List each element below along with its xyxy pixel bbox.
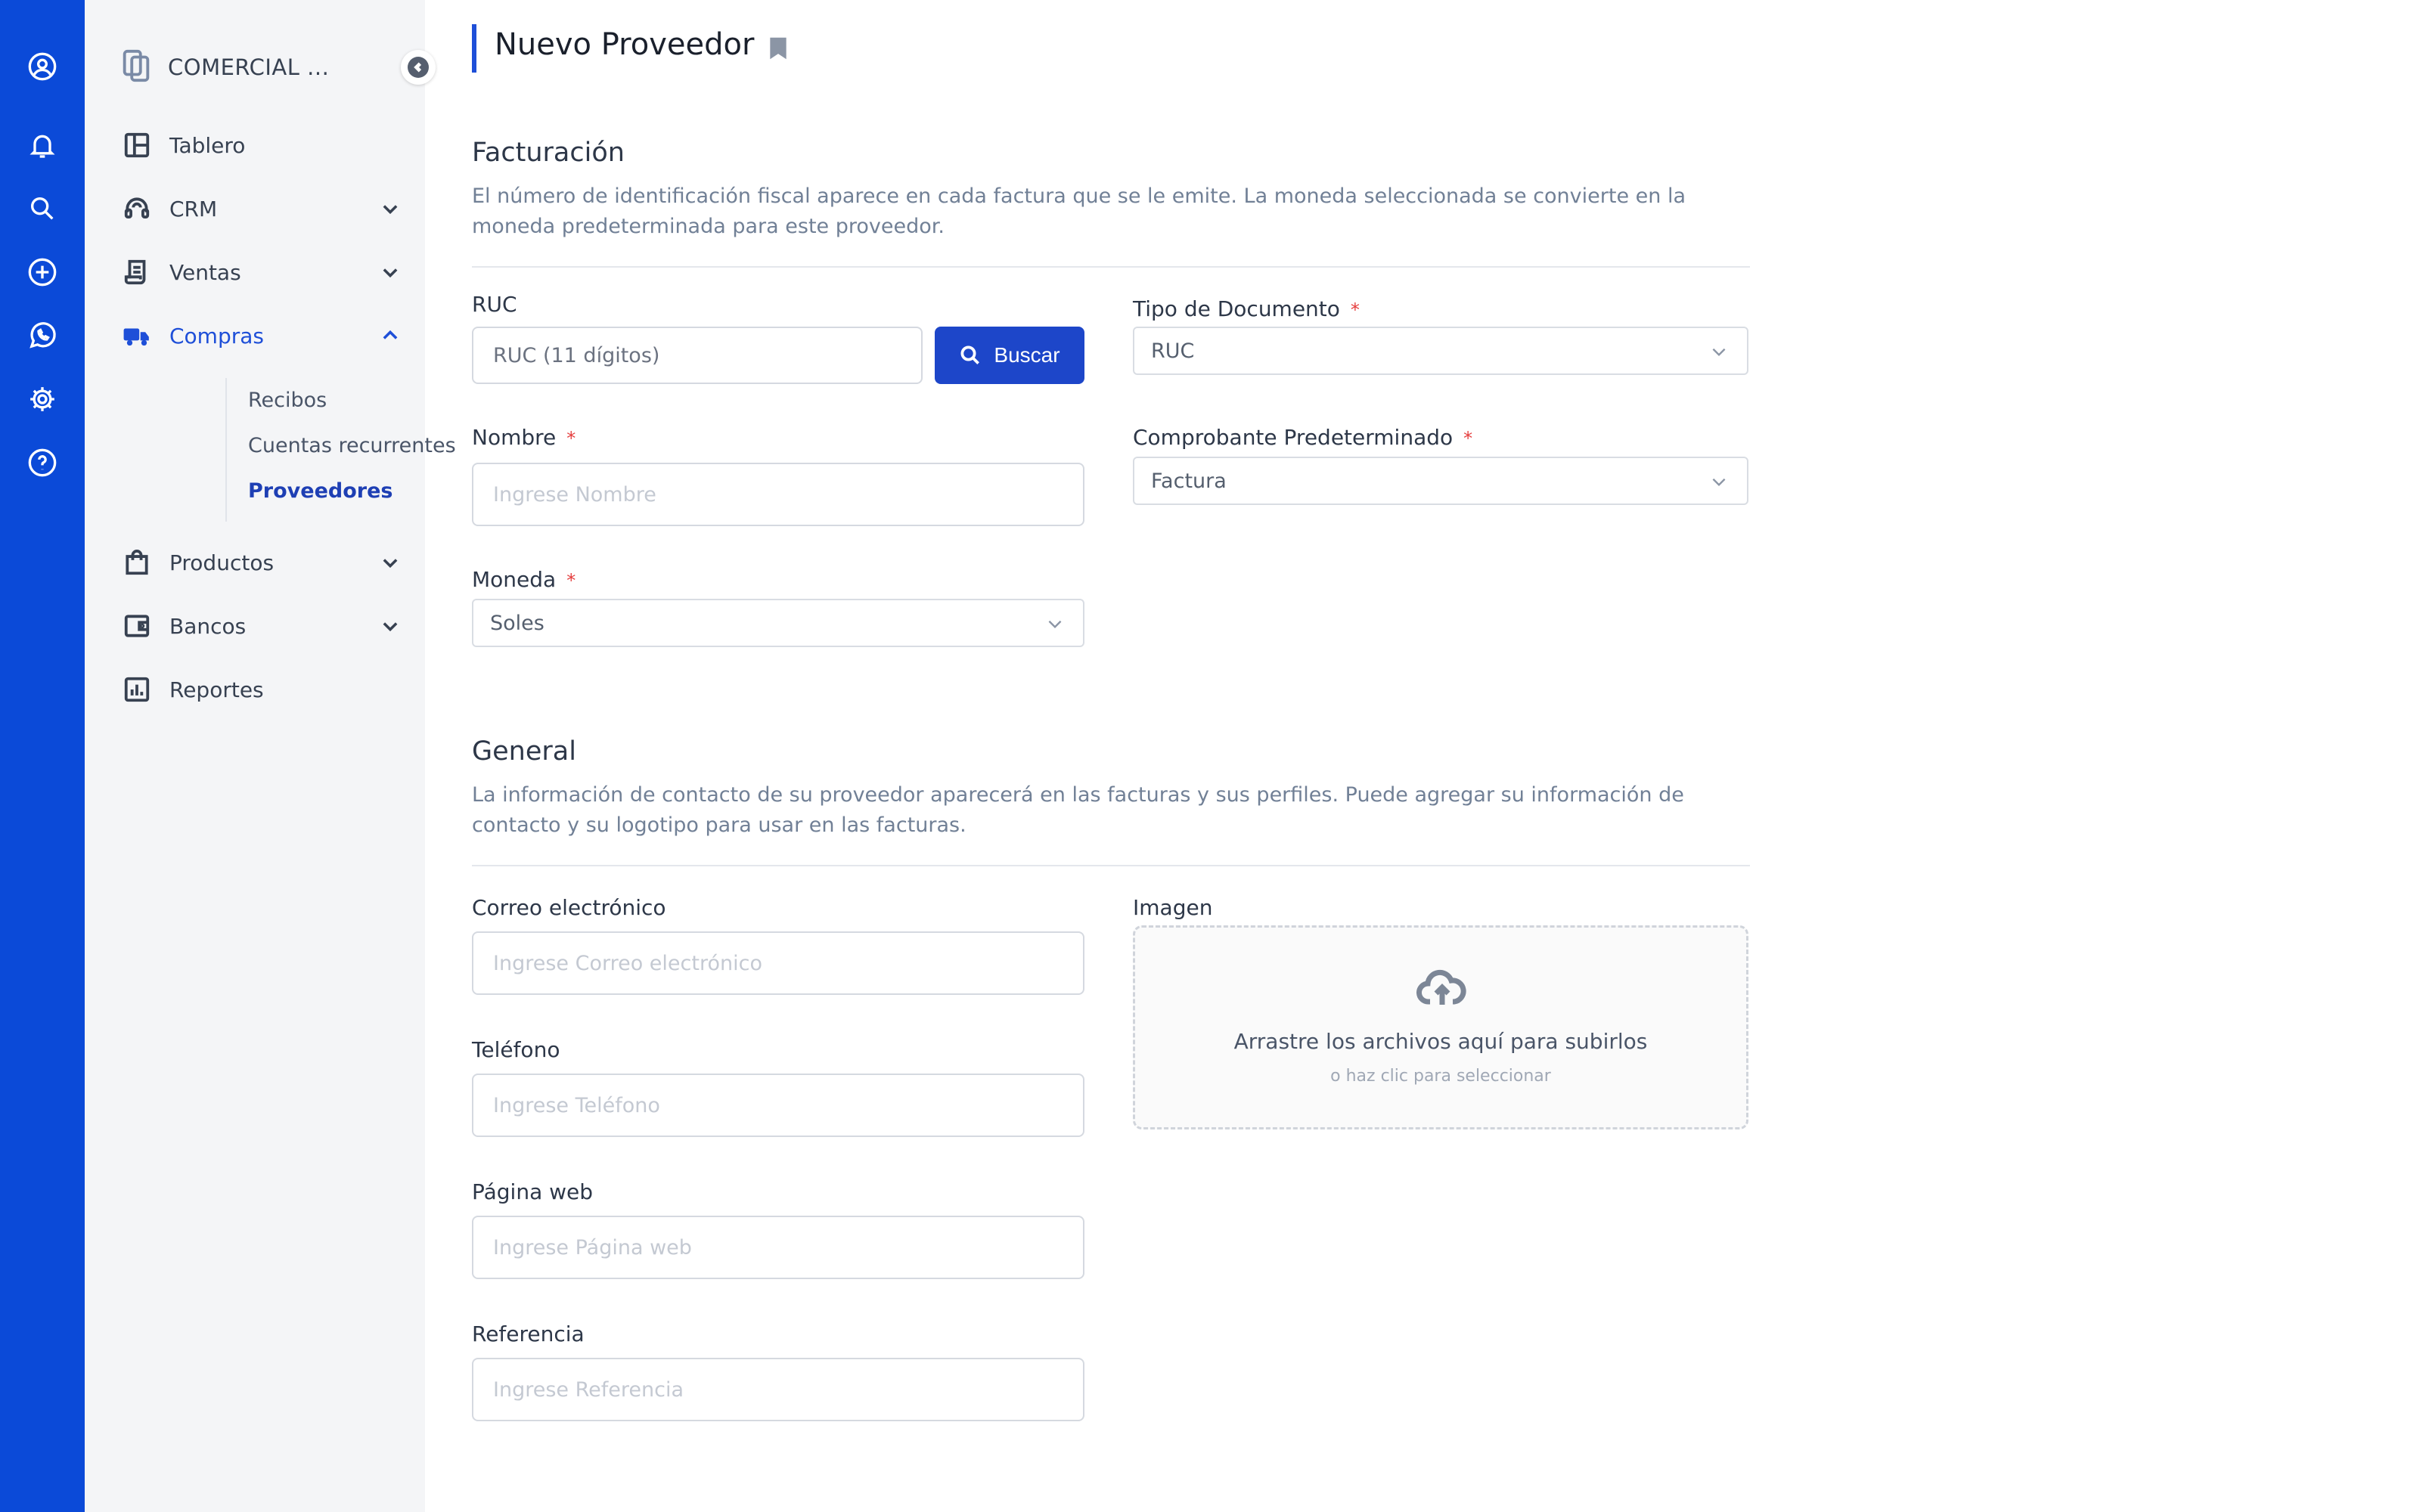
general-section-title: General	[472, 736, 576, 767]
reference-label: Referencia	[472, 1321, 585, 1346]
copy-icon	[121, 48, 151, 86]
whatsapp-icon[interactable]	[26, 319, 59, 352]
dropzone-title: Arrastre los archivos aquí para subirlos	[1233, 1029, 1648, 1054]
chevron-left-icon	[414, 62, 422, 73]
sidebar-item-bancos[interactable]: Bancos	[121, 605, 401, 647]
chevron-down-icon	[380, 615, 401, 640]
chart-icon	[121, 674, 153, 705]
phone-label: Teléfono	[472, 1037, 560, 1062]
currency-value: Soles	[490, 611, 544, 635]
search-ruc-button[interactable]: Buscar	[935, 327, 1084, 384]
sidebar-item-label: Compras	[169, 323, 264, 349]
ruc-input[interactable]	[472, 327, 923, 384]
chevron-down-icon	[1045, 614, 1065, 639]
company-name: COMERCIAL ...	[168, 54, 330, 80]
sidebar-item-label: CRM	[169, 196, 218, 222]
truck-icon	[121, 320, 153, 352]
voucher-label: Comprobante Predeterminado *	[1133, 425, 1473, 450]
chevron-down-icon	[1709, 342, 1729, 367]
shopping-bag-icon	[121, 547, 153, 578]
sidebar-item-reportes[interactable]: Reportes	[121, 668, 401, 711]
title-accent-bar	[472, 24, 476, 73]
sidebar-item-tablero[interactable]: Tablero	[121, 124, 401, 166]
page-title: Nuevo Proveedor	[495, 27, 755, 62]
submenu-item-recibos[interactable]: Recibos	[248, 389, 327, 412]
sidebar-item-label: Tablero	[169, 132, 246, 158]
submenu-item-proveedores[interactable]: Proveedores	[248, 479, 392, 503]
cloud-upload-icon	[1416, 968, 1468, 1011]
dropzone-subtitle: o haz clic para seleccionar	[1330, 1067, 1551, 1086]
email-label: Correo electrónico	[472, 895, 666, 920]
main-content: Nuevo Proveedor Facturación El número de…	[425, 0, 2420, 1512]
website-input[interactable]	[472, 1216, 1084, 1279]
billing-section-description: El número de identificación fiscal apare…	[472, 184, 1686, 238]
sidebar-item-label: Productos	[169, 550, 275, 575]
chevron-down-icon	[1709, 472, 1729, 497]
chevron-down-icon	[380, 552, 401, 576]
sidebar-item-label: Reportes	[169, 677, 264, 702]
bookmark-icon[interactable]	[768, 36, 788, 64]
reference-input[interactable]	[472, 1358, 1084, 1421]
collapse-sidebar-button[interactable]	[401, 50, 436, 85]
doc-type-select[interactable]: RUC	[1133, 327, 1748, 375]
receipt-icon	[121, 256, 153, 288]
name-input[interactable]	[472, 463, 1084, 526]
search-button-label: Buscar	[994, 343, 1060, 367]
search-icon	[960, 345, 980, 364]
icon-rail	[0, 0, 85, 1512]
doc-type-label: Tipo de Documento *	[1133, 296, 1360, 321]
sidebar-item-label: Ventas	[169, 259, 241, 285]
headset-icon	[121, 193, 153, 225]
currency-label: Moneda *	[472, 567, 576, 592]
help-icon[interactable]	[26, 446, 59, 479]
sidebar-item-crm[interactable]: CRM	[121, 187, 401, 230]
image-label: Imagen	[1133, 895, 1213, 920]
general-divider	[472, 865, 1750, 866]
billing-divider	[472, 266, 1750, 268]
bell-icon[interactable]	[26, 129, 59, 162]
user-circle-icon[interactable]	[26, 50, 59, 83]
sidebar-item-label: Bancos	[169, 613, 247, 639]
sidebar-item-productos[interactable]: Productos	[121, 541, 401, 584]
search-icon[interactable]	[26, 192, 59, 225]
voucher-select[interactable]: Factura	[1133, 457, 1748, 505]
sidebar-item-ventas[interactable]: Ventas	[121, 251, 401, 293]
website-label: Página web	[472, 1179, 594, 1204]
currency-select[interactable]: Soles	[472, 599, 1084, 647]
chevron-down-icon	[380, 198, 401, 222]
ruc-label: RUC	[472, 292, 517, 317]
company-selector[interactable]: COMERCIAL ...	[121, 48, 424, 86]
gear-icon[interactable]	[26, 383, 59, 416]
phone-input[interactable]	[472, 1074, 1084, 1137]
name-label: Nombre *	[472, 425, 576, 450]
sidebar: COMERCIAL ... Tablero CRM Ventas Compras…	[85, 0, 456, 1512]
general-section-description: La información de contacto de su proveed…	[472, 783, 1684, 837]
wallet-icon	[121, 610, 153, 642]
chevron-up-icon	[380, 325, 401, 349]
image-dropzone[interactable]: Arrastre los archivos aquí para subirlos…	[1133, 925, 1748, 1129]
doc-type-value: RUC	[1151, 339, 1195, 363]
sidebar-item-compras[interactable]: Compras	[121, 314, 401, 357]
billing-section-title: Facturación	[472, 138, 625, 168]
email-input[interactable]	[472, 931, 1084, 995]
dashboard-icon	[121, 129, 153, 161]
plus-circle-icon[interactable]	[26, 256, 59, 289]
voucher-value: Factura	[1151, 469, 1227, 493]
chevron-down-icon	[380, 262, 401, 286]
